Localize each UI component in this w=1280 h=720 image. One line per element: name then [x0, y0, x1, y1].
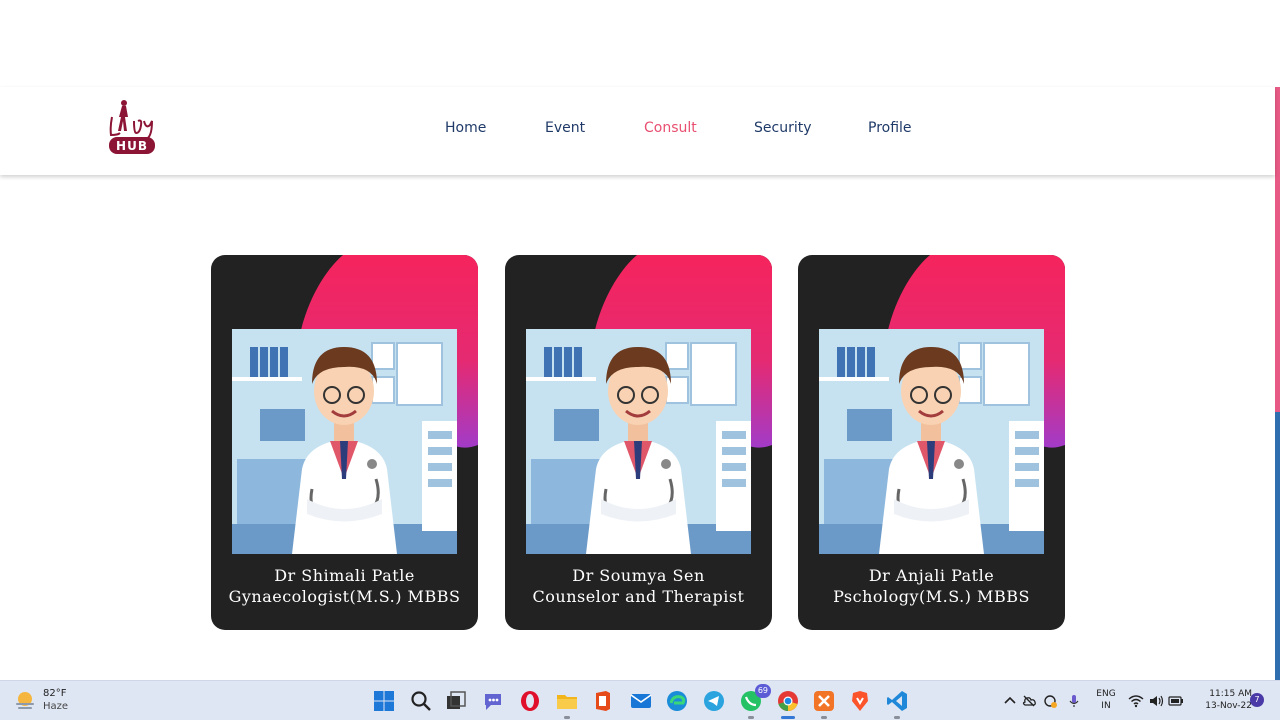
chrome-icon[interactable]: [776, 689, 800, 719]
doctor-name: Dr Shimali Patle: [274, 566, 415, 585]
opera-icon[interactable]: [518, 689, 542, 713]
running-indicator: [748, 716, 754, 719]
doctor-role: Gynaecologist(M.S.) MBBS: [228, 587, 461, 606]
nav-consult[interactable]: Consult: [644, 120, 697, 136]
microphone-icon[interactable]: [1066, 693, 1082, 709]
chevron-up-icon[interactable]: [1002, 693, 1018, 709]
language-region: IN: [1101, 701, 1111, 711]
doctor-illustration: [526, 329, 751, 554]
doctor-illustration: [232, 329, 457, 554]
nav-profile[interactable]: Profile: [868, 120, 912, 136]
update-icon[interactable]: [1042, 693, 1058, 709]
edge-icon[interactable]: [665, 689, 689, 713]
volume-icon[interactable]: [1148, 693, 1164, 709]
clock-time: 11:15 AM: [1209, 689, 1252, 699]
clock-date: 13-Nov-22: [1205, 701, 1252, 711]
scrollbar-thumb[interactable]: [1275, 87, 1280, 412]
notification-count-badge[interactable]: 7: [1250, 693, 1264, 707]
telegram-icon[interactable]: [702, 689, 726, 713]
notification-badge: 69: [754, 684, 771, 698]
doctor-card[interactable]: Dr Anjali Patle Pschology(M.S.) MBBS: [798, 255, 1065, 630]
cloud-sync-icon[interactable]: [1021, 693, 1037, 709]
wifi-icon[interactable]: [1128, 693, 1144, 709]
doctor-role: Counselor and Therapist: [532, 587, 745, 606]
svg-text:HUB: HUB: [116, 139, 148, 153]
language-indicator[interactable]: ENG IN: [1094, 688, 1118, 712]
nav-event[interactable]: Event: [545, 120, 585, 136]
mail-icon[interactable]: [629, 689, 653, 713]
office-icon[interactable]: [591, 689, 615, 713]
running-indicator: [564, 716, 570, 719]
task-view-icon[interactable]: [444, 689, 468, 713]
teams-chat-icon[interactable]: [481, 689, 505, 713]
running-indicator: [894, 716, 900, 719]
doctor-card[interactable]: Dr Shimali Patle Gynaecologist(M.S.) MBB…: [211, 255, 478, 630]
page: HUB Home Event Consult Security Profile: [0, 0, 1280, 720]
search-icon[interactable]: [409, 689, 433, 713]
language-code: ENG: [1096, 689, 1116, 699]
vscode-icon[interactable]: [885, 689, 909, 719]
doctor-name: Dr Soumya Sen: [572, 566, 705, 585]
xampp-icon[interactable]: [812, 689, 836, 719]
clock[interactable]: 11:15 AM 13-Nov-22: [1192, 688, 1252, 712]
site-header: HUB Home Event Consult Security Profile: [0, 87, 1275, 175]
battery-icon[interactable]: [1168, 693, 1184, 709]
weather-condition: Haze: [43, 701, 69, 712]
doctor-name: Dr Anjali Patle: [868, 566, 995, 585]
active-indicator: [781, 716, 795, 719]
file-explorer-icon[interactable]: [555, 689, 579, 719]
haze-sun-icon: [16, 692, 34, 709]
nav-home[interactable]: Home: [445, 120, 486, 136]
windows-taskbar: 82°F Haze 69 ENG IN 11:15 AM 13-Nov-22 7: [0, 680, 1280, 720]
doctor-illustration: [819, 329, 1044, 554]
main-nav: Home Event Consult Security Profile: [0, 120, 1275, 140]
doctor-card[interactable]: Dr Soumya Sen Counselor and Therapist: [505, 255, 772, 630]
brave-icon[interactable]: [848, 689, 872, 713]
weather-temperature: 82°F: [43, 688, 67, 699]
windows-start-icon[interactable]: [372, 689, 396, 713]
whatsapp-icon[interactable]: 69: [739, 684, 771, 719]
weather-widget[interactable]: 82°F Haze: [14, 687, 94, 715]
nav-security[interactable]: Security: [754, 120, 812, 136]
running-indicator: [821, 716, 827, 719]
doctor-role: Pschology(M.S.) MBBS: [833, 587, 1030, 606]
